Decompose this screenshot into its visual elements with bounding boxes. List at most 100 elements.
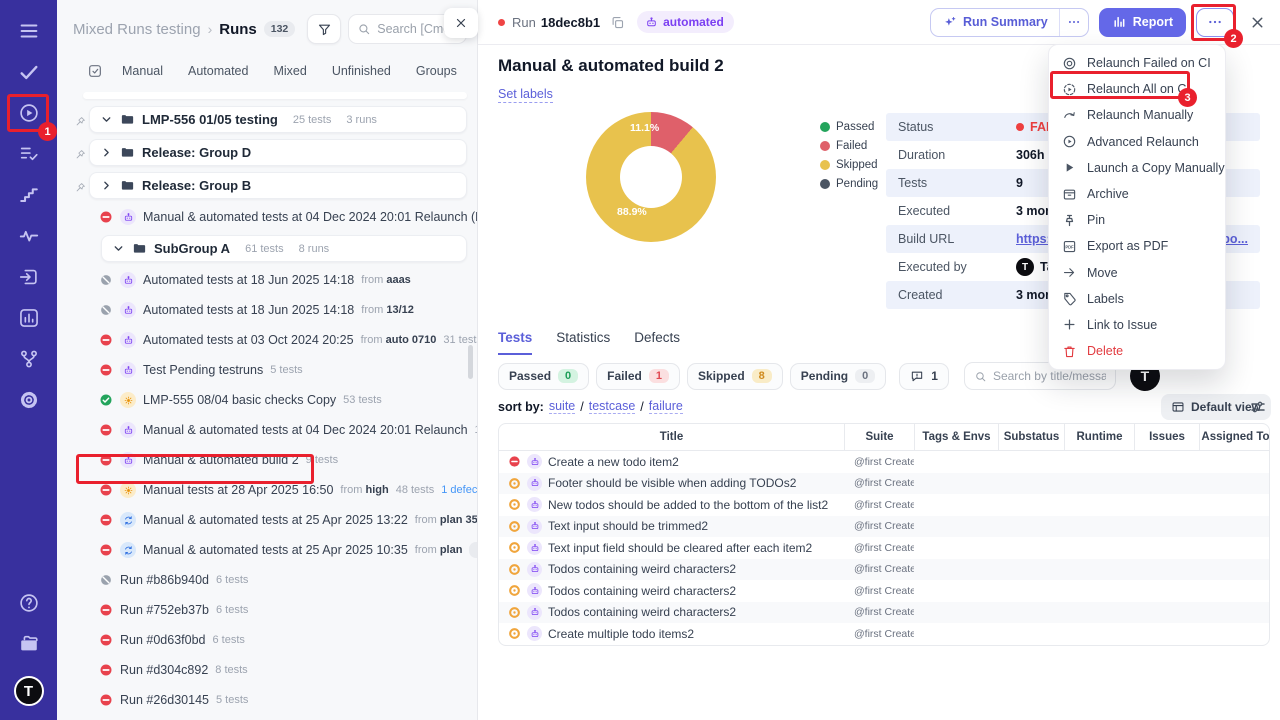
- run-row[interactable]: Automated tests at 18 Jun 2025 14:18 from…: [57, 295, 477, 325]
- more-actions-button[interactable]: [1196, 7, 1234, 37]
- chevron-right-icon[interactable]: [100, 179, 113, 192]
- group-row[interactable]: LMP-556 01/05 testing 25 tests 3 runs: [57, 103, 477, 136]
- run-row[interactable]: Run #0d63f0bd 6 tests: [57, 625, 477, 655]
- tab-automated[interactable]: Automated: [188, 64, 248, 78]
- chevron-right-icon[interactable]: [100, 146, 113, 159]
- test-row[interactable]: Footer should be visible when adding TOD…: [499, 472, 1269, 494]
- menu-item-pin[interactable]: Pin: [1049, 207, 1225, 233]
- column-header-title[interactable]: Title: [499, 424, 844, 450]
- menu-item-link-to-issue[interactable]: Link to Issue: [1049, 312, 1225, 338]
- test-row[interactable]: Todos containing weird characters2 @first…: [499, 601, 1269, 623]
- tab-tests[interactable]: Tests: [498, 330, 533, 355]
- build-url-link-tail[interactable]: po...: [1222, 232, 1248, 246]
- run-row-selected[interactable]: Manual & automated build 2 9 tests: [57, 445, 477, 475]
- run-row[interactable]: Manual & automated tests at 25 Apr 2025 …: [57, 505, 477, 535]
- sidebar-item-my-tasks[interactable]: [9, 51, 49, 92]
- panel-close-button[interactable]: [444, 8, 478, 38]
- sidebar-item-projects[interactable]: [9, 623, 49, 664]
- close-run-button[interactable]: [1249, 14, 1266, 31]
- test-row[interactable]: Text input field should be cleared after…: [499, 537, 1269, 559]
- copy-run-id-button[interactable]: [610, 15, 625, 30]
- sidebar-item-settings[interactable]: [9, 379, 49, 420]
- sort-link-testcase[interactable]: testcase: [588, 399, 636, 414]
- test-row[interactable]: Create a new todo item2 @first Create ...: [499, 451, 1269, 473]
- run-row[interactable]: Automated tests at 03 Oct 2024 20:25 from…: [57, 325, 477, 355]
- filter-pill-passed[interactable]: Passed 0: [498, 362, 590, 390]
- menu-item-archive[interactable]: Archive: [1049, 181, 1225, 207]
- filter-pill-failed[interactable]: Failed 1: [596, 362, 680, 390]
- run-summary-more-button[interactable]: [1058, 8, 1088, 36]
- tests-search-input[interactable]: [992, 369, 1106, 383]
- run-row[interactable]: Run #752eb37b 6 tests: [57, 595, 477, 625]
- set-labels-link[interactable]: Set labels: [498, 87, 553, 103]
- select-all-icon[interactable]: [87, 63, 103, 79]
- group-row[interactable]: Release: Group D: [57, 136, 477, 169]
- sidebar-item-menu[interactable]: [9, 10, 49, 51]
- scrollbar-thumb[interactable]: [468, 345, 473, 379]
- sidebar-item-help[interactable]: [9, 582, 49, 623]
- sidebar-item-analytics[interactable]: [9, 297, 49, 338]
- columns-settings-icon[interactable]: [1249, 398, 1267, 416]
- menu-item-relaunch-manually[interactable]: Relaunch Manually: [1049, 102, 1225, 128]
- column-header-suite[interactable]: Suite: [844, 424, 914, 450]
- run-row[interactable]: Run #26d30145 5 tests: [57, 685, 477, 715]
- group-row[interactable]: SubGroup A 61 tests 8 runs: [57, 232, 477, 265]
- column-header-runtime[interactable]: Runtime: [1064, 424, 1134, 450]
- run-row[interactable]: Run #b86b940d 6 tests: [57, 565, 477, 595]
- sort-link-failure[interactable]: failure: [648, 399, 683, 414]
- tab-groups[interactable]: Groups: [416, 64, 457, 78]
- menu-item-labels[interactable]: Labels: [1049, 286, 1225, 312]
- filter-pill-pending[interactable]: Pending 0: [789, 362, 887, 390]
- group-card[interactable]: Release: Group D: [89, 139, 467, 166]
- menu-item-move[interactable]: Move: [1049, 260, 1225, 286]
- group-row[interactable]: Release: Group B: [57, 169, 477, 202]
- sort-link-suite[interactable]: suite: [548, 399, 576, 414]
- menu-item-relaunch-all-on-ci[interactable]: Relaunch All on CI: [1049, 76, 1225, 102]
- group-card[interactable]: LMP-556 01/05 testing 25 tests 3 runs: [89, 106, 467, 133]
- sidebar-item-branches[interactable]: [9, 338, 49, 379]
- breadcrumb-project[interactable]: Mixed Runs testing: [73, 21, 201, 38]
- test-row[interactable]: New todos should be added to the bottom …: [499, 494, 1269, 516]
- sidebar-item-steps[interactable]: [9, 174, 49, 215]
- run-row[interactable]: LMP-555 08/04 basic checks Copy 53 tests: [57, 385, 477, 415]
- column-header-tags-envs[interactable]: Tags & Envs: [914, 424, 998, 450]
- tab-statistics[interactable]: Statistics: [556, 330, 610, 355]
- menu-item-export-as-pdf[interactable]: PDF Export as PDF: [1049, 233, 1225, 259]
- run-summary-button[interactable]: Run Summary: [929, 7, 1089, 37]
- run-row[interactable]: Manual tests at 28 Apr 2025 16:50 from hi…: [57, 475, 477, 505]
- test-row[interactable]: Text input should be trimmed2 @first Crea…: [499, 515, 1269, 537]
- test-row[interactable]: Todos containing weird characters2 @first…: [499, 558, 1269, 580]
- test-row[interactable]: Todos containing weird characters2 @first…: [499, 580, 1269, 602]
- test-row[interactable]: Create multiple todo items2 @first Create…: [499, 623, 1269, 645]
- run-defects-link[interactable]: 1 defects: [441, 484, 477, 496]
- run-row[interactable]: Manual & automated tests at 04 Dec 2024 …: [57, 415, 477, 445]
- tab-defects[interactable]: Defects: [634, 330, 680, 355]
- chevron-down-icon[interactable]: [100, 113, 113, 126]
- sidebar-item-runs[interactable]: [9, 92, 49, 133]
- menu-item-advanced-relaunch[interactable]: Advanced Relaunch: [1049, 129, 1225, 155]
- filter-button[interactable]: [307, 14, 342, 44]
- comments-filter-pill[interactable]: 1: [899, 362, 949, 390]
- run-row[interactable]: Test Pending testruns 5 tests: [57, 355, 477, 385]
- tab-mixed[interactable]: Mixed: [273, 64, 306, 78]
- sidebar-item-test-plans[interactable]: [9, 133, 49, 174]
- sidebar-item-import[interactable]: [9, 256, 49, 297]
- run-row[interactable]: Manual & automated tests at 04 Dec 2024 …: [57, 202, 477, 232]
- column-header-issues[interactable]: Issues: [1134, 424, 1199, 450]
- account-avatar[interactable]: T: [13, 676, 44, 706]
- run-row[interactable]: Automated tests at 18 Jun 2025 14:18 from…: [57, 265, 477, 295]
- tab-unfinished[interactable]: Unfinished: [332, 64, 391, 78]
- run-row[interactable]: Manual & automated tests at 25 Apr 2025 …: [57, 535, 477, 565]
- report-button[interactable]: Report: [1098, 7, 1186, 37]
- filter-pill-skipped[interactable]: Skipped 8: [686, 362, 783, 390]
- run-row[interactable]: Run #d304c892 8 tests: [57, 655, 477, 685]
- tab-manual[interactable]: Manual: [122, 64, 163, 78]
- menu-item-delete[interactable]: Delete: [1049, 338, 1225, 364]
- group-card[interactable]: SubGroup A 61 tests 8 runs: [101, 235, 467, 262]
- breadcrumb-page[interactable]: Runs: [219, 21, 257, 38]
- column-header-substatus[interactable]: Substatus: [998, 424, 1064, 450]
- sidebar-item-activity[interactable]: [9, 215, 49, 256]
- menu-item-relaunch-failed-on-ci[interactable]: Relaunch Failed on CI: [1049, 50, 1225, 76]
- chevron-down-icon[interactable]: [112, 242, 125, 255]
- menu-item-launch-a-copy-manually[interactable]: Launch a Copy Manually: [1049, 155, 1225, 181]
